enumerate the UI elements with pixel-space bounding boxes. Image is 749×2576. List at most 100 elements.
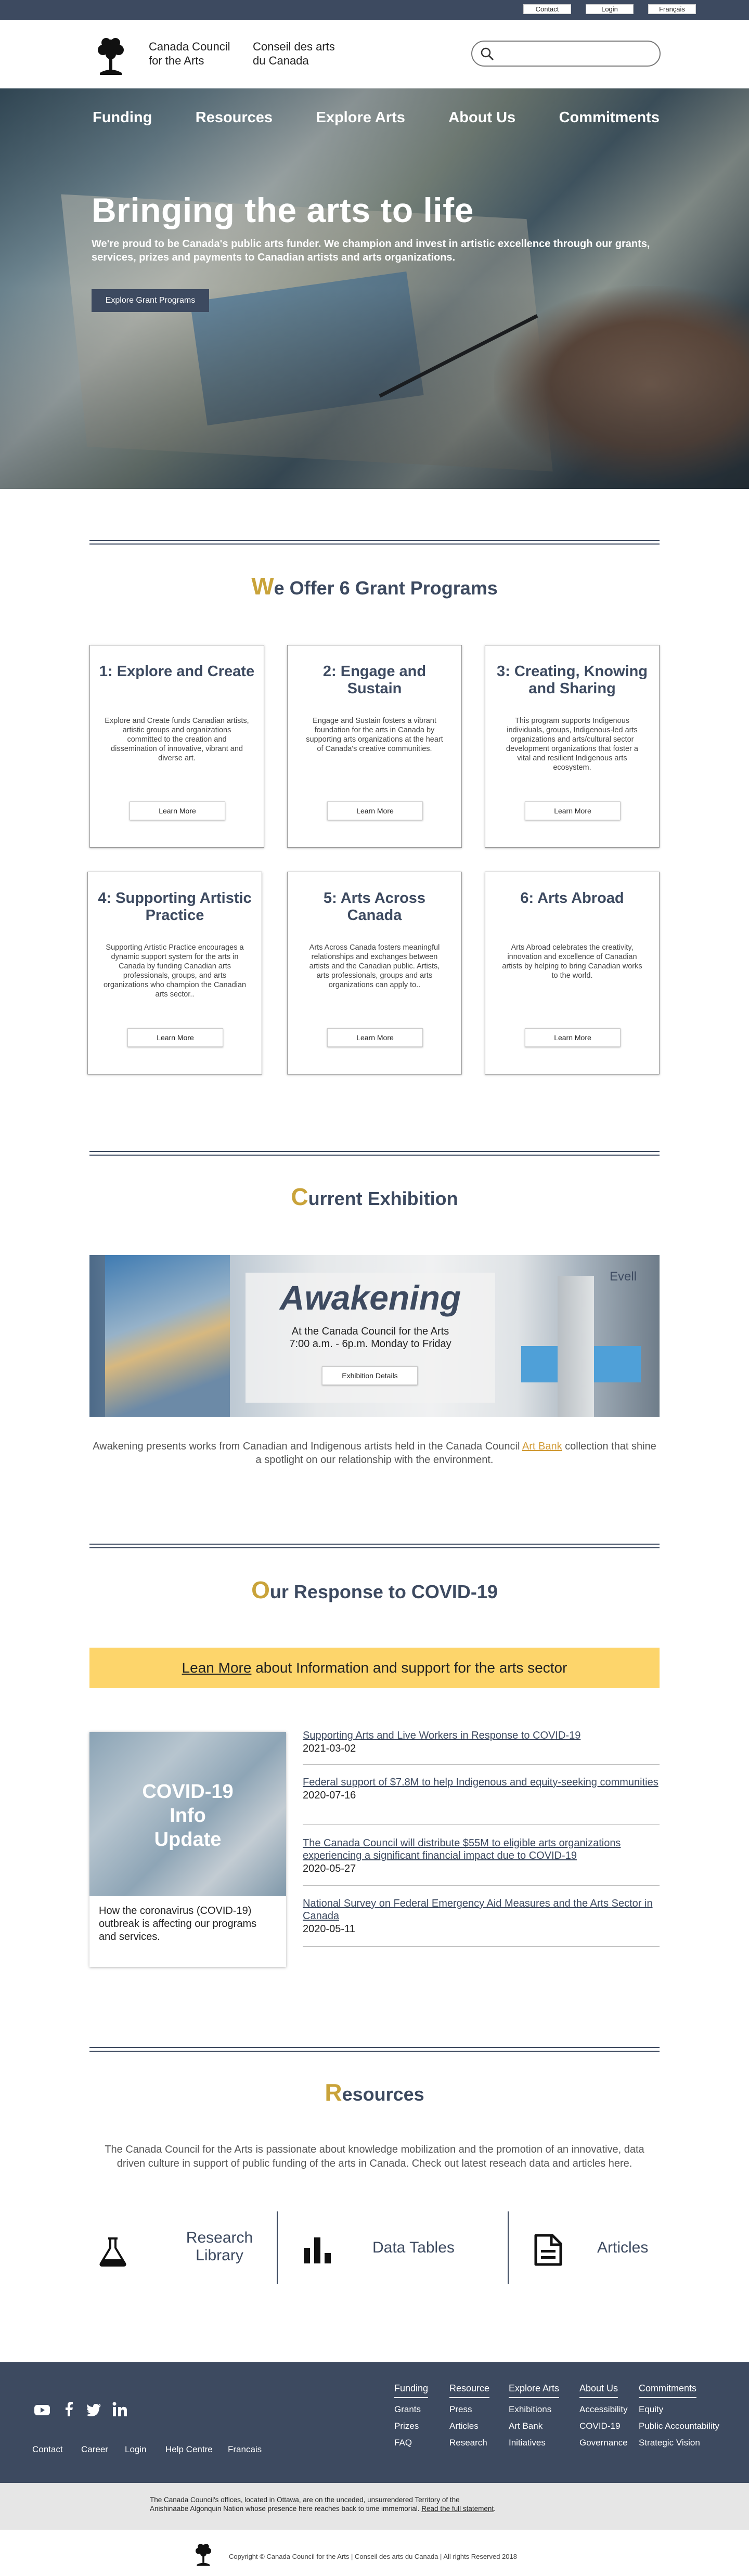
- twitter-icon[interactable]: [86, 2404, 101, 2416]
- youtube-icon[interactable]: [34, 2404, 50, 2416]
- search-input[interactable]: [471, 41, 661, 67]
- exhibition-details-button[interactable]: Exhibition Details: [322, 1366, 418, 1385]
- footer-col-heading[interactable]: About Us: [579, 2383, 618, 2398]
- research-library-label: Research Library: [186, 2229, 253, 2264]
- footer-col-item[interactable]: Press: [449, 2404, 489, 2415]
- brand-french[interactable]: Conseil des arts du Canada: [253, 40, 335, 68]
- articles-link[interactable]: Articles: [509, 2211, 660, 2284]
- nav-funding[interactable]: Funding: [93, 109, 152, 126]
- exhibition-pillar: [558, 1276, 594, 1417]
- explore-grants-button[interactable]: Explore Grant Programs: [92, 289, 209, 312]
- grant-card-title: 6: Arts Abroad: [520, 890, 624, 907]
- hero-overlay: [0, 88, 749, 489]
- covid-title-text: ur Response to COVID-19: [269, 1581, 498, 1602]
- grants-title: We Offer 6 Grant Programs: [0, 572, 749, 600]
- grant-card-title: 4: Supporting Artistic Practice: [98, 890, 252, 924]
- section-rule: [89, 2047, 660, 2052]
- linkedin-icon[interactable]: [112, 2402, 127, 2416]
- facebook-icon[interactable]: [64, 2402, 73, 2416]
- nav-commitments[interactable]: Commitments: [559, 109, 660, 126]
- footer-link-contact[interactable]: Contact: [32, 2444, 63, 2455]
- covid-band-text: about Information and support for the ar…: [251, 1660, 567, 1676]
- footer-col-item[interactable]: Equity: [639, 2404, 719, 2415]
- contact-button[interactable]: Contact: [523, 4, 571, 14]
- hero-banner: Funding Resources Explore Arts About Us …: [0, 88, 749, 489]
- brand-english[interactable]: Canada Council for the Arts: [149, 40, 230, 68]
- grants-title-text: e Offer 6 Grant Programs: [274, 577, 498, 599]
- footer-link-help-centre[interactable]: Help Centre: [165, 2444, 213, 2455]
- footer-col-item[interactable]: Art Bank: [509, 2421, 559, 2431]
- data-tables-link[interactable]: Data Tables: [278, 2211, 507, 2284]
- footer-col-item[interactable]: Public Accountability: [639, 2421, 719, 2431]
- grants-title-cap: W: [251, 573, 274, 600]
- nav-explore-arts[interactable]: Explore Arts: [316, 109, 405, 126]
- footer-col-heading[interactable]: Resource: [449, 2383, 490, 2398]
- news-title-link[interactable]: Federal support of $7.8M to help Indigen…: [303, 1776, 660, 1789]
- footer-col-item[interactable]: Governance: [579, 2438, 628, 2448]
- news-title-link[interactable]: National Survey on Federal Emergency Aid…: [303, 1897, 660, 1922]
- hero-title: Bringing the arts to life: [92, 191, 474, 229]
- covid-card-caption: How the coronavirus (COVID-19) outbreak …: [99, 1905, 257, 1943]
- news-date: 2020-05-11: [303, 1923, 355, 1935]
- footer-col-item[interactable]: Grants: [394, 2404, 428, 2415]
- footer-col-item[interactable]: Strategic Vision: [639, 2438, 719, 2448]
- research-library-link[interactable]: Research Library: [89, 2211, 277, 2284]
- tree-logo: [196, 2544, 211, 2566]
- grant-card-title: 1: Explore and Create: [99, 663, 255, 680]
- section-rule: [89, 1151, 660, 1156]
- footer-col-item[interactable]: Exhibitions: [509, 2404, 559, 2415]
- news-title-link[interactable]: Supporting Arts and Live Workers in Resp…: [303, 1729, 660, 1742]
- francais-button[interactable]: Français: [648, 4, 696, 14]
- footer-col-resource: Resource Press Articles Research: [449, 2383, 490, 2448]
- exhibition-wall-text: Evell: [610, 1270, 637, 1284]
- learn-more-button[interactable]: Learn More: [127, 1028, 223, 1047]
- news-title-link[interactable]: The Canada Council will distribute $55M …: [303, 1837, 660, 1862]
- grant-card-4: 4: Supporting Artistic Practice Supporti…: [87, 872, 262, 1075]
- news-date: 2020-05-27: [303, 1863, 356, 1874]
- section-rule: [89, 1544, 660, 1548]
- footer-link-career[interactable]: Career: [81, 2444, 108, 2455]
- grant-card-title: 2: Engage and Sustain: [322, 663, 427, 697]
- site-footer: Contact Career Login Help Centre Francai…: [0, 2362, 749, 2483]
- tree-logo[interactable]: [93, 35, 129, 77]
- covid-info-card[interactable]: COVID-19 Info Update How the coronavirus…: [89, 1732, 286, 1967]
- land-end: .: [494, 2505, 496, 2513]
- nav-about-us[interactable]: About Us: [448, 109, 515, 126]
- footer-col-item[interactable]: Research: [449, 2438, 489, 2448]
- footer-col-item[interactable]: Articles: [449, 2421, 489, 2431]
- learn-more-button[interactable]: Learn More: [525, 801, 621, 820]
- hero-subtitle: We're proud to be Canada's public arts f…: [92, 238, 650, 263]
- footer-col-heading[interactable]: Commitments: [639, 2383, 697, 2398]
- footer-col-heading[interactable]: Funding: [394, 2383, 429, 2398]
- footer-col-item[interactable]: Accessibility: [579, 2404, 628, 2415]
- footer-col-item[interactable]: COVID-19: [579, 2421, 628, 2431]
- footer-col-explore-arts: Explore Arts Exhibitions Art Bank Initia…: [509, 2383, 560, 2448]
- exhibition-title: Current Exhibition: [0, 1183, 749, 1211]
- footer-col-commitments: Commitments Equity Public Accountability…: [639, 2383, 719, 2448]
- covid-title: Our Response to COVID-19: [0, 1576, 749, 1604]
- learn-more-button[interactable]: Learn More: [525, 1028, 621, 1047]
- login-button[interactable]: Login: [586, 4, 634, 14]
- learn-more-button[interactable]: Learn More: [327, 801, 423, 820]
- nav-resources[interactable]: Resources: [196, 109, 273, 126]
- full-statement-link[interactable]: Read the full statement: [421, 2505, 494, 2513]
- learn-more-button[interactable]: Learn More: [130, 801, 225, 820]
- covid-learn-more-link[interactable]: Lean More: [182, 1660, 252, 1676]
- news-item: Federal support of $7.8M to help Indigen…: [303, 1776, 660, 1802]
- footer-link-login[interactable]: Login: [125, 2444, 147, 2455]
- exhibition-banner: Evell Awakening At the Canada Council fo…: [89, 1255, 660, 1417]
- land-line-1: The Canada Council's offices, located in…: [150, 2496, 460, 2504]
- grant-card-text: Arts Abroad celebrates the creativity, i…: [502, 943, 642, 980]
- grant-card-2: 2: Engage and Sustain Engage and Sustain…: [287, 645, 462, 848]
- footer-col-item[interactable]: Prizes: [394, 2421, 428, 2431]
- grant-card-title: 3: Creating, Knowing and Sharing: [497, 663, 648, 697]
- exhibition-title-cap: C: [291, 1183, 308, 1210]
- footer-col-heading[interactable]: Explore Arts: [509, 2383, 560, 2398]
- footer-link-francais[interactable]: Francais: [228, 2444, 262, 2455]
- footer-col-item[interactable]: FAQ: [394, 2438, 428, 2448]
- grant-card-5: 5: Arts Across Canada Arts Across Canada…: [287, 872, 462, 1075]
- grant-card-text: Engage and Sustain fosters a vibrant fou…: [306, 717, 443, 753]
- art-bank-link[interactable]: Art Bank: [522, 1441, 562, 1452]
- learn-more-button[interactable]: Learn More: [327, 1028, 423, 1047]
- footer-col-item[interactable]: Initiatives: [509, 2438, 559, 2448]
